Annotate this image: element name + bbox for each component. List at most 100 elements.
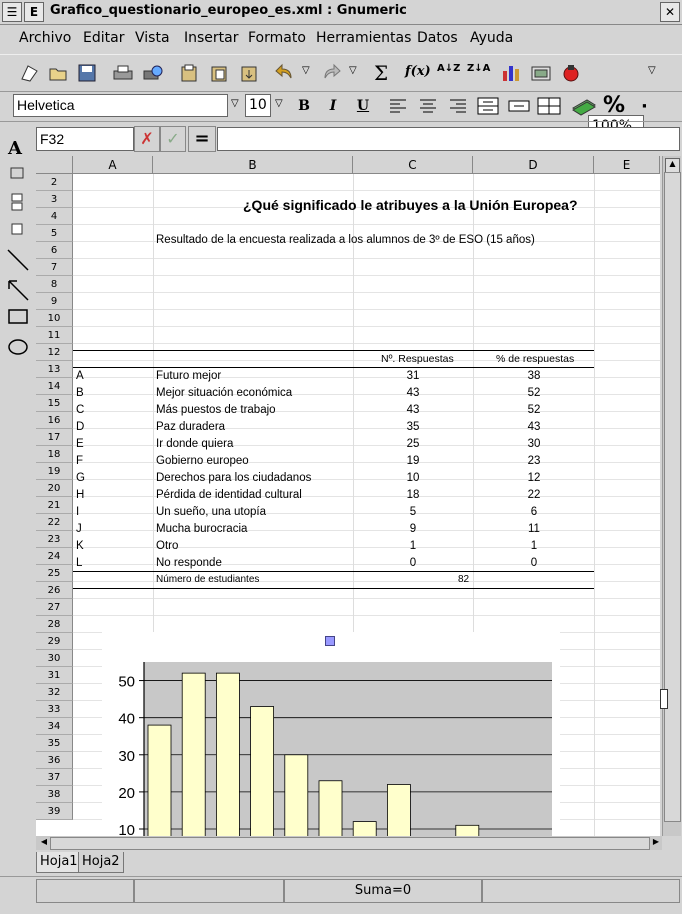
- column-header-c[interactable]: C: [353, 156, 473, 174]
- row-header[interactable]: 35: [36, 735, 73, 752]
- row-header[interactable]: 28: [36, 616, 73, 633]
- row-header[interactable]: 24: [36, 548, 73, 565]
- font-size-input[interactable]: 10: [245, 94, 271, 117]
- row-header[interactable]: 38: [36, 786, 73, 803]
- row-header[interactable]: 29: [36, 633, 73, 650]
- cut-icon[interactable]: [178, 63, 200, 83]
- row-header[interactable]: 36: [36, 752, 73, 769]
- column-header-e[interactable]: E: [594, 156, 660, 174]
- row-header[interactable]: 13: [36, 361, 73, 378]
- redo-icon[interactable]: [320, 63, 342, 83]
- align-center-icon[interactable]: [419, 99, 437, 113]
- align-right-icon[interactable]: [449, 99, 467, 113]
- save-icon[interactable]: [76, 63, 98, 83]
- print-icon[interactable]: [112, 63, 134, 83]
- merge-cells-icon[interactable]: [477, 97, 499, 115]
- zoom-dropdown-icon[interactable]: ▽: [648, 65, 656, 76]
- print-preview-icon[interactable]: [142, 63, 164, 83]
- column-header-a[interactable]: A: [73, 156, 153, 174]
- align-left-icon[interactable]: [389, 99, 407, 113]
- label-tool-icon[interactable]: A: [8, 138, 22, 159]
- paste-icon[interactable]: [238, 63, 260, 83]
- row-header[interactable]: 32: [36, 684, 73, 701]
- cell-reference-input[interactable]: F32: [36, 127, 134, 151]
- row-header[interactable]: 18: [36, 446, 73, 463]
- row-header[interactable]: 5: [36, 225, 73, 242]
- chart-object[interactable]: 10 20 30 40 50: [102, 632, 560, 836]
- rectangle-tool-icon[interactable]: [7, 308, 29, 326]
- sum-icon[interactable]: Σ: [374, 61, 388, 85]
- row-header[interactable]: 30: [36, 650, 73, 667]
- spreadsheet-grid[interactable]: A B C D E 2 3 4 5 6 7 8 9 10 11 12 13 14 15 16 17 18 19 20…: [36, 156, 660, 836]
- new-file-icon[interactable]: [18, 63, 40, 83]
- menu-herramientas[interactable]: Herramientas: [316, 30, 411, 46]
- open-file-icon[interactable]: [47, 63, 69, 83]
- thousands-separator-button[interactable]: ·: [641, 96, 648, 117]
- row-header[interactable]: 37: [36, 769, 73, 786]
- tab-hoja1[interactable]: Hoja1: [36, 852, 82, 873]
- chart-icon[interactable]: [500, 63, 522, 83]
- font-dropdown-icon[interactable]: ▽: [231, 98, 239, 109]
- select-all-corner[interactable]: [36, 156, 73, 174]
- row-header[interactable]: 16: [36, 412, 73, 429]
- row-header[interactable]: 33: [36, 701, 73, 718]
- bold-button[interactable]: B: [292, 95, 316, 117]
- redo-dropdown-icon[interactable]: ▽: [349, 65, 357, 76]
- scroll-left-icon[interactable]: ◀: [38, 837, 50, 848]
- row-header[interactable]: 2: [36, 174, 73, 191]
- function-icon[interactable]: f(x): [405, 64, 431, 79]
- enter-formula-button[interactable]: =: [188, 126, 216, 152]
- insert-component-icon[interactable]: [560, 63, 582, 83]
- line-tool-icon[interactable]: [6, 248, 30, 272]
- column-header-d[interactable]: D: [473, 156, 594, 174]
- row-header[interactable]: 17: [36, 429, 73, 446]
- row-header[interactable]: 12: [36, 344, 73, 361]
- button-tool-icon[interactable]: [9, 192, 25, 212]
- frame-tool-icon[interactable]: [9, 164, 25, 180]
- formula-input[interactable]: [217, 127, 680, 151]
- cancel-edit-icon[interactable]: ✗: [134, 126, 160, 152]
- row-header[interactable]: 15: [36, 395, 73, 412]
- font-name-input[interactable]: Helvetica: [13, 94, 228, 117]
- undo-icon[interactable]: [274, 63, 296, 83]
- menu-archivo[interactable]: Archivo: [19, 30, 71, 46]
- sort-descending-icon[interactable]: Z↓A: [467, 63, 490, 74]
- row-header[interactable]: 31: [36, 667, 73, 684]
- row-header[interactable]: 3: [36, 191, 73, 208]
- ellipse-tool-icon[interactable]: [7, 338, 29, 356]
- menu-insertar[interactable]: Insertar: [184, 30, 239, 46]
- checkbox-tool-icon[interactable]: [10, 222, 24, 236]
- menu-vista[interactable]: Vista: [135, 30, 170, 46]
- underline-button[interactable]: U: [351, 95, 375, 117]
- row-header[interactable]: 4: [36, 208, 73, 225]
- row-header[interactable]: 9: [36, 293, 73, 310]
- row-header[interactable]: 11: [36, 327, 73, 344]
- row-header[interactable]: 22: [36, 514, 73, 531]
- app-e-button[interactable]: E: [24, 2, 44, 22]
- split-cells-icon[interactable]: [537, 97, 561, 115]
- vertical-scrollbar[interactable]: ▲: [660, 156, 681, 836]
- center-across-icon[interactable]: [508, 97, 530, 115]
- row-header[interactable]: 10: [36, 310, 73, 327]
- row-header[interactable]: 19: [36, 463, 73, 480]
- copy-icon[interactable]: [208, 63, 230, 83]
- scroll-right-icon[interactable]: ▶: [650, 837, 662, 848]
- split-handle[interactable]: [660, 689, 668, 709]
- menu-datos[interactable]: Datos: [417, 30, 458, 46]
- tab-hoja2[interactable]: Hoja2: [78, 852, 124, 873]
- row-header[interactable]: 8: [36, 276, 73, 293]
- row-header[interactable]: 20: [36, 480, 73, 497]
- row-header[interactable]: 21: [36, 497, 73, 514]
- sort-ascending-icon[interactable]: A↓Z: [437, 63, 460, 74]
- row-header[interactable]: 39: [36, 803, 73, 820]
- horizontal-scroll-thumb[interactable]: [50, 837, 650, 850]
- row-header[interactable]: 7: [36, 259, 73, 276]
- currency-format-icon[interactable]: [571, 96, 597, 116]
- row-header[interactable]: 26: [36, 582, 73, 599]
- row-header[interactable]: 6: [36, 242, 73, 259]
- row-header[interactable]: 25: [36, 565, 73, 582]
- window-menu-button[interactable]: ☰: [2, 2, 22, 22]
- horizontal-scrollbar[interactable]: ◀ ▶: [36, 836, 662, 850]
- row-header[interactable]: 14: [36, 378, 73, 395]
- undo-dropdown-icon[interactable]: ▽: [302, 65, 310, 76]
